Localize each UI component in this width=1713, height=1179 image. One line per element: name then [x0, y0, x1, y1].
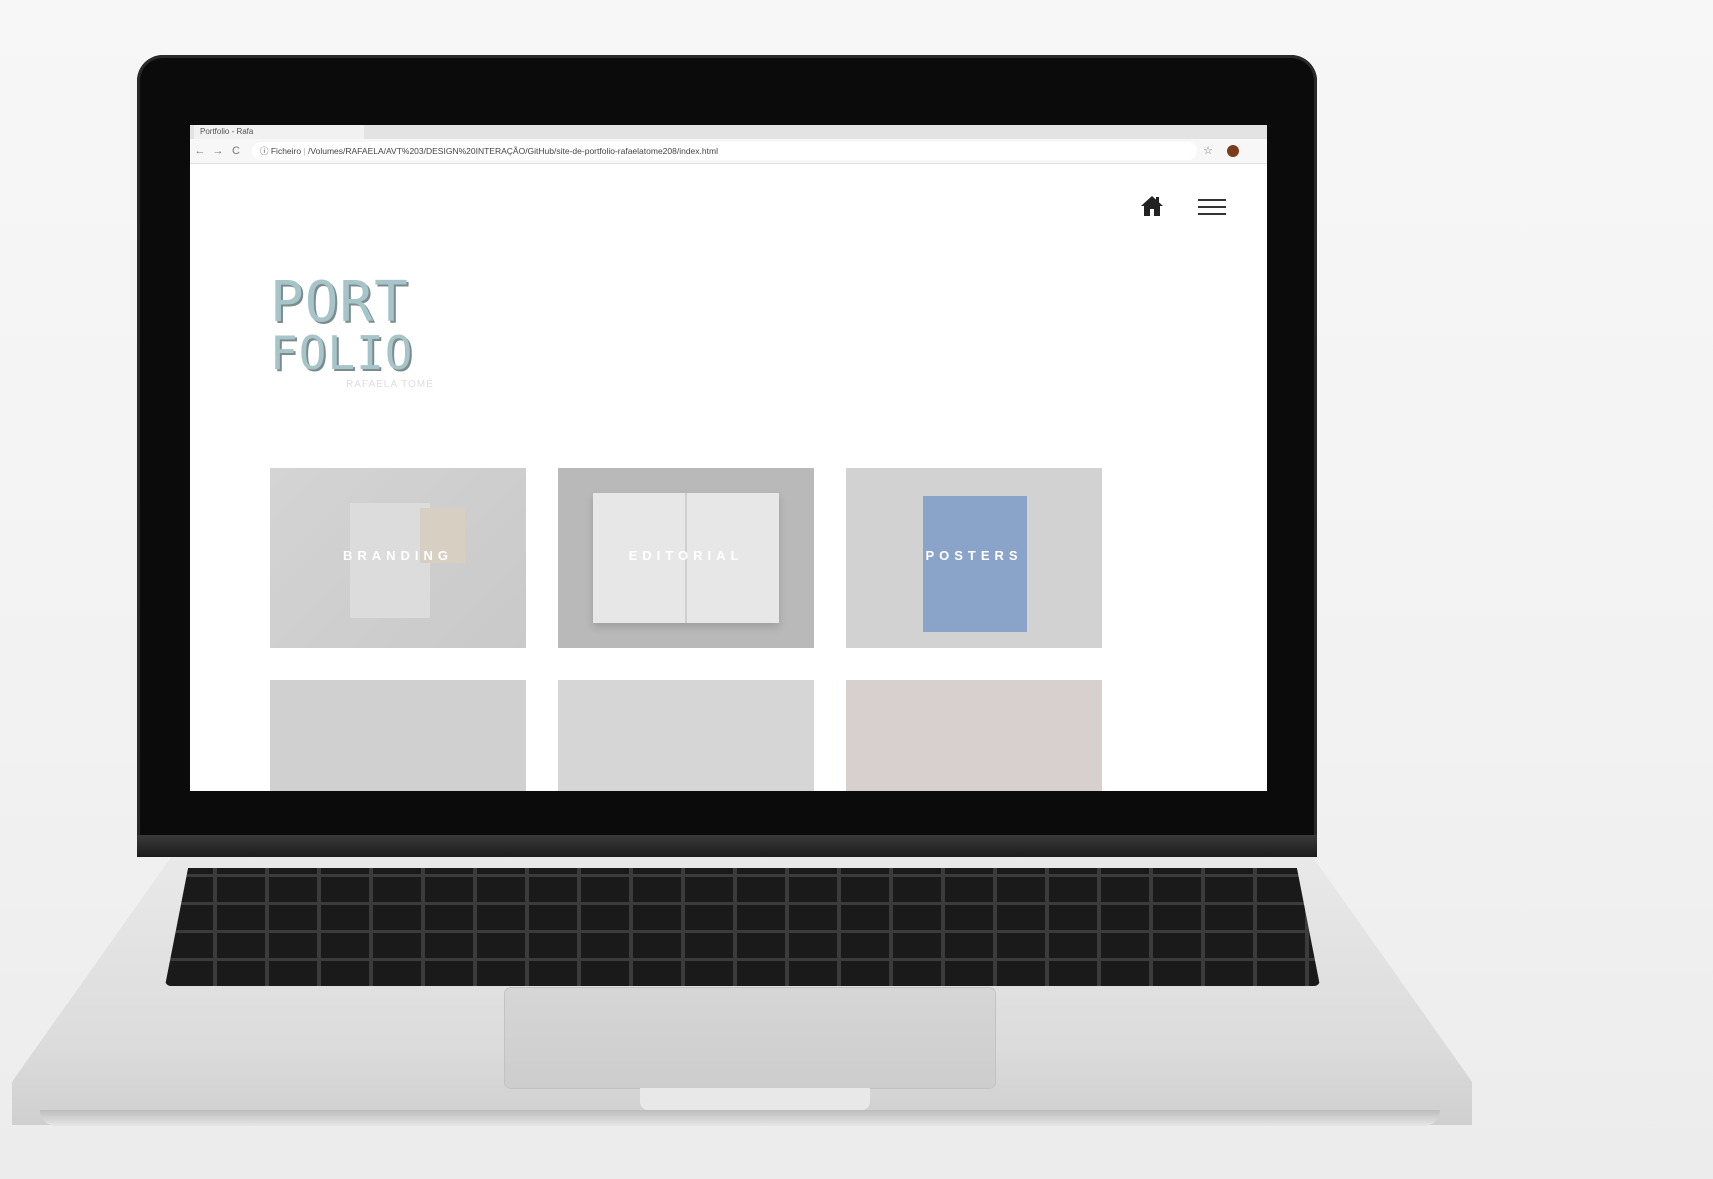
bookmark-star-icon[interactable]: ☆: [1200, 142, 1216, 160]
tile-branding[interactable]: BRANDING: [270, 468, 526, 648]
address-toolbar: ← → C ⓘ Ficheiro | /Volumes/RAFAELA/AVT%…: [190, 139, 1267, 164]
portfolio-subtitle: RAFAELA TOMÉ: [346, 379, 434, 390]
reload-button[interactable]: C: [228, 142, 244, 160]
poster-thumbnail: [923, 496, 1027, 632]
tile-label: EDITORIAL: [628, 548, 744, 563]
url-prefix: ⓘ Ficheiro: [260, 146, 302, 156]
browser-tab[interactable]: Portfolio - Rafa: [194, 125, 364, 139]
laptop-notch: [640, 1088, 870, 1110]
laptop-base-edge: [40, 1110, 1440, 1126]
portfolio-title-line1: PORT: [270, 270, 409, 335]
back-button[interactable]: ←: [192, 142, 208, 160]
profile-avatar[interactable]: [1227, 145, 1239, 157]
tab-strip: Portfolio - Rafa: [190, 125, 1267, 139]
laptop-hinge: [137, 835, 1317, 857]
hamburger-menu-icon[interactable]: [1198, 195, 1228, 219]
trackpad: [505, 988, 995, 1088]
tile-project-5[interactable]: [558, 680, 814, 791]
url-bar[interactable]: ⓘ Ficheiro | /Volumes/RAFAELA/AVT%203/DE…: [252, 142, 1197, 160]
tile-label: BRANDING: [342, 548, 454, 563]
forward-button[interactable]: →: [210, 142, 226, 160]
url-text: /Volumes/RAFAELA/AVT%203/DESIGN%20INTERA…: [308, 146, 718, 156]
browser-window: Portfolio - Rafa ← → C ⓘ Ficheiro | /Vol…: [190, 125, 1267, 791]
tile-project-4[interactable]: [270, 680, 526, 791]
portfolio-title-line2: FOLIO: [270, 326, 414, 380]
home-icon[interactable]: [1140, 195, 1164, 219]
tile-editorial[interactable]: EDITORIAL: [558, 468, 814, 648]
tile-posters[interactable]: POSTERS: [846, 468, 1102, 648]
tile-label: POSTERS: [925, 548, 1023, 563]
laptop-keyboard: [165, 868, 1320, 986]
tile-project-6[interactable]: [846, 680, 1102, 791]
